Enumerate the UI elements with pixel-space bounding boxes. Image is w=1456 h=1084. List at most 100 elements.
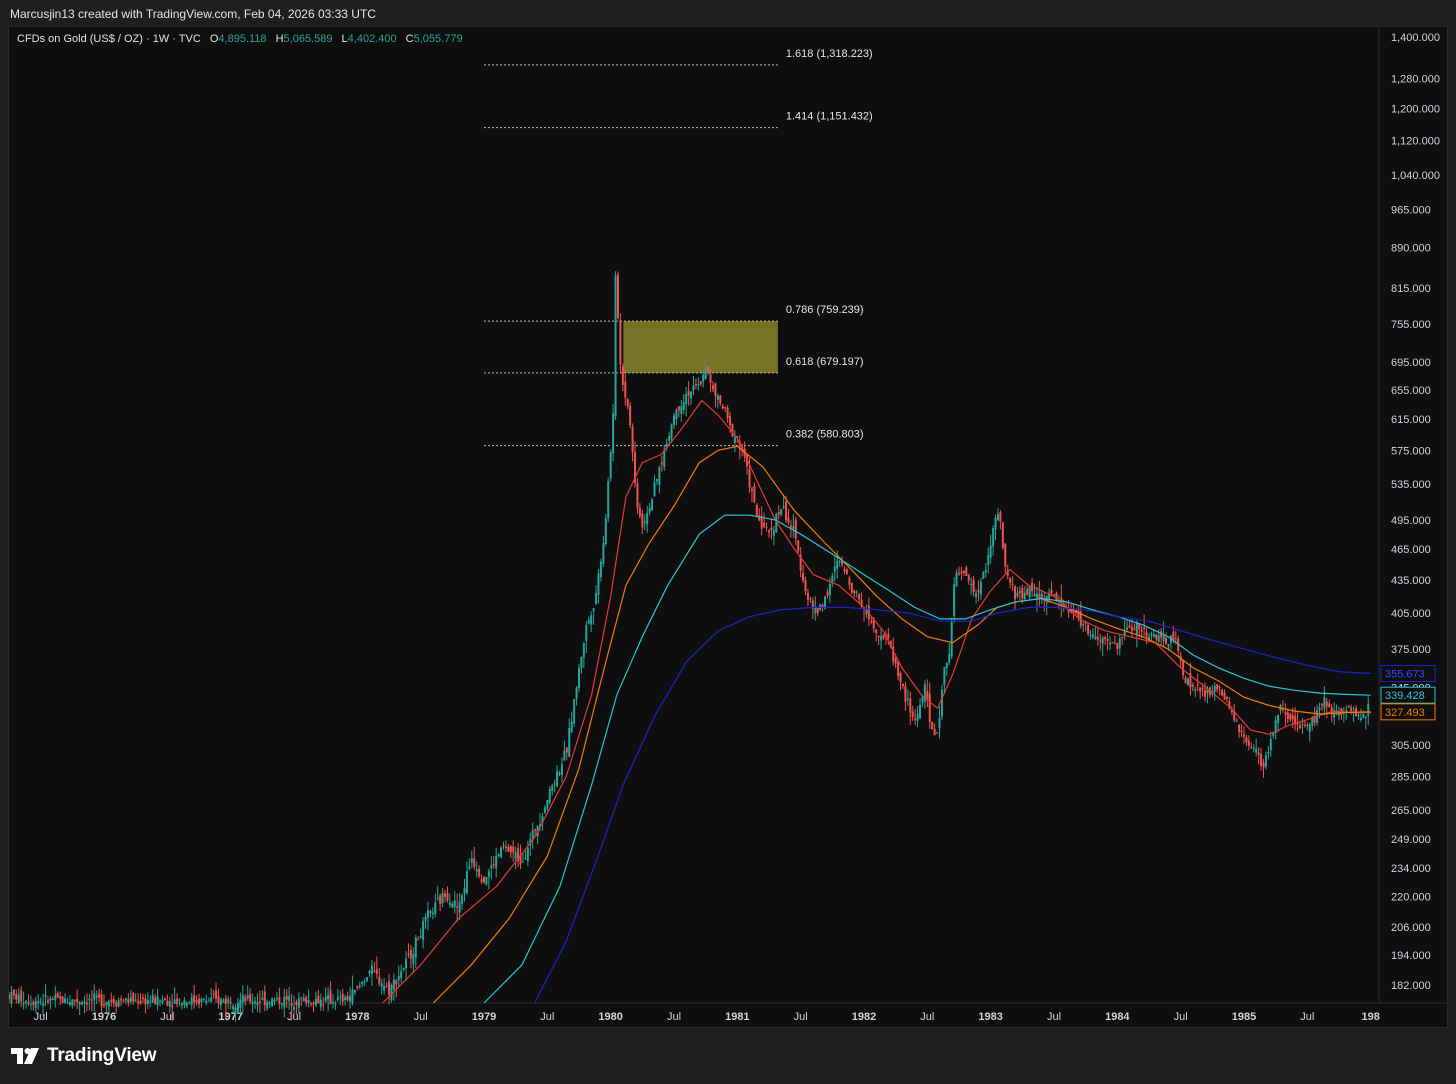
chart-panel[interactable]: 182.000 194.000 206.000 220.000 234.000 249.0…: [8, 26, 1448, 1028]
symbol-title: CFDs on Gold (US$ / OZ) · 1W · TVC: [17, 33, 201, 45]
candle-body: [568, 727, 571, 758]
candle-body: [785, 502, 788, 521]
candle-body: [49, 998, 52, 1001]
candle-body: [1094, 636, 1097, 639]
candle-body: [663, 450, 666, 467]
candle-body: [168, 1000, 171, 1007]
candle-body: [1250, 746, 1253, 748]
price-tick-label: 305.000: [1391, 740, 1431, 752]
candle-body: [397, 976, 400, 980]
candle-body: [987, 555, 990, 565]
candle-body: [380, 983, 383, 987]
candle-body: [833, 566, 836, 572]
candle-body: [212, 993, 215, 995]
candle-body: [1216, 684, 1219, 690]
candle-body: [1026, 588, 1029, 595]
candle-body: [887, 634, 890, 639]
candle-body: [324, 996, 327, 1002]
candle-body: [363, 981, 366, 983]
candle-body: [310, 1003, 313, 1005]
fib-level-label: 0.618 (679.197): [786, 356, 864, 368]
candle-body: [461, 895, 464, 904]
candle-body: [451, 903, 454, 908]
candle-body: [668, 436, 671, 441]
candle-body: [1347, 706, 1350, 708]
price-tick-label: 405.000: [1391, 608, 1431, 620]
candle-body: [858, 593, 861, 600]
fib-level-label: 0.786 (759.239): [786, 304, 864, 316]
candle-body: [1089, 635, 1092, 637]
candle-body: [1328, 703, 1331, 708]
candle-body: [183, 1000, 186, 1005]
price-tag-label: 339.428: [1385, 690, 1425, 702]
candle-body: [604, 518, 607, 545]
candle-body: [590, 615, 593, 625]
time-tick-label: 1985: [1232, 1011, 1256, 1023]
candle-body: [329, 989, 332, 1005]
candle-body: [646, 513, 649, 525]
time-tick-label: Jul: [1047, 1011, 1061, 1023]
candle-body: [651, 499, 654, 511]
candle-body: [631, 426, 634, 453]
candle-body: [193, 995, 196, 1003]
candle-body: [137, 1001, 140, 1004]
candle-body: [68, 1002, 71, 1006]
candle-body: [173, 999, 176, 1004]
candle-body: [322, 1004, 325, 1006]
symbol-legend[interactable]: CFDs on Gold (US$ / OZ) · 1W · TVC O4,89…: [17, 33, 463, 45]
candle-body: [273, 999, 276, 1002]
price-chart[interactable]: 182.000 194.000 206.000 220.000 234.000 249.0…: [9, 27, 1447, 1027]
candle-body: [853, 590, 856, 594]
candle-body: [1289, 714, 1292, 720]
candle-body: [1126, 627, 1129, 630]
candle-body: [154, 997, 157, 1004]
candle-body: [234, 1007, 237, 1014]
candle-body: [12, 989, 15, 996]
candle-body: [565, 747, 568, 753]
candle-body: [1121, 637, 1124, 639]
candle-body: [266, 1001, 269, 1009]
candle-body: [1143, 627, 1146, 630]
price-tick-label: 1,200.000: [1391, 103, 1440, 115]
close-label: C: [405, 33, 414, 45]
fib-level-label: 1.618 (1,318.223): [786, 48, 873, 60]
candle-body: [894, 658, 897, 664]
candle-body: [1260, 753, 1263, 766]
candle-body: [465, 871, 468, 894]
candle-body: [10, 991, 13, 1004]
candle-body: [655, 479, 658, 482]
candle-body: [1201, 688, 1204, 690]
candle-body: [921, 697, 924, 703]
price-tick-label: 234.000: [1391, 863, 1431, 875]
candle-body: [992, 528, 995, 547]
candle-body: [219, 998, 222, 1006]
candle-body: [29, 1004, 32, 1006]
candle-body: [388, 981, 390, 995]
candle-body: [151, 995, 154, 1002]
candle-body: [1128, 625, 1131, 628]
candle-body: [643, 521, 646, 523]
candle-body: [492, 863, 495, 866]
candle-body: [110, 999, 113, 1002]
candle-body: [375, 968, 378, 974]
candle-body: [1257, 752, 1260, 755]
candle-body: [1221, 689, 1224, 696]
candle-body: [263, 991, 266, 1006]
candle-body: [958, 573, 960, 575]
candle-body: [105, 1001, 108, 1006]
candle-body: [716, 395, 719, 400]
tradingview-logo[interactable]: TradingView: [11, 1045, 157, 1067]
candle-body: [141, 997, 144, 1000]
candle-body: [916, 713, 919, 721]
candle-body: [441, 893, 444, 904]
candle-body: [205, 1000, 208, 1003]
time-tick-label: 1984: [1105, 1011, 1130, 1023]
candle-body: [1167, 643, 1170, 647]
candle-body: [629, 405, 632, 426]
candle-body: [1091, 634, 1094, 638]
candle-body: [473, 858, 476, 867]
brand-name: TradingView: [47, 1045, 157, 1066]
candle-body: [176, 998, 179, 1005]
candle-body: [44, 995, 47, 998]
candle-body: [1303, 724, 1306, 726]
